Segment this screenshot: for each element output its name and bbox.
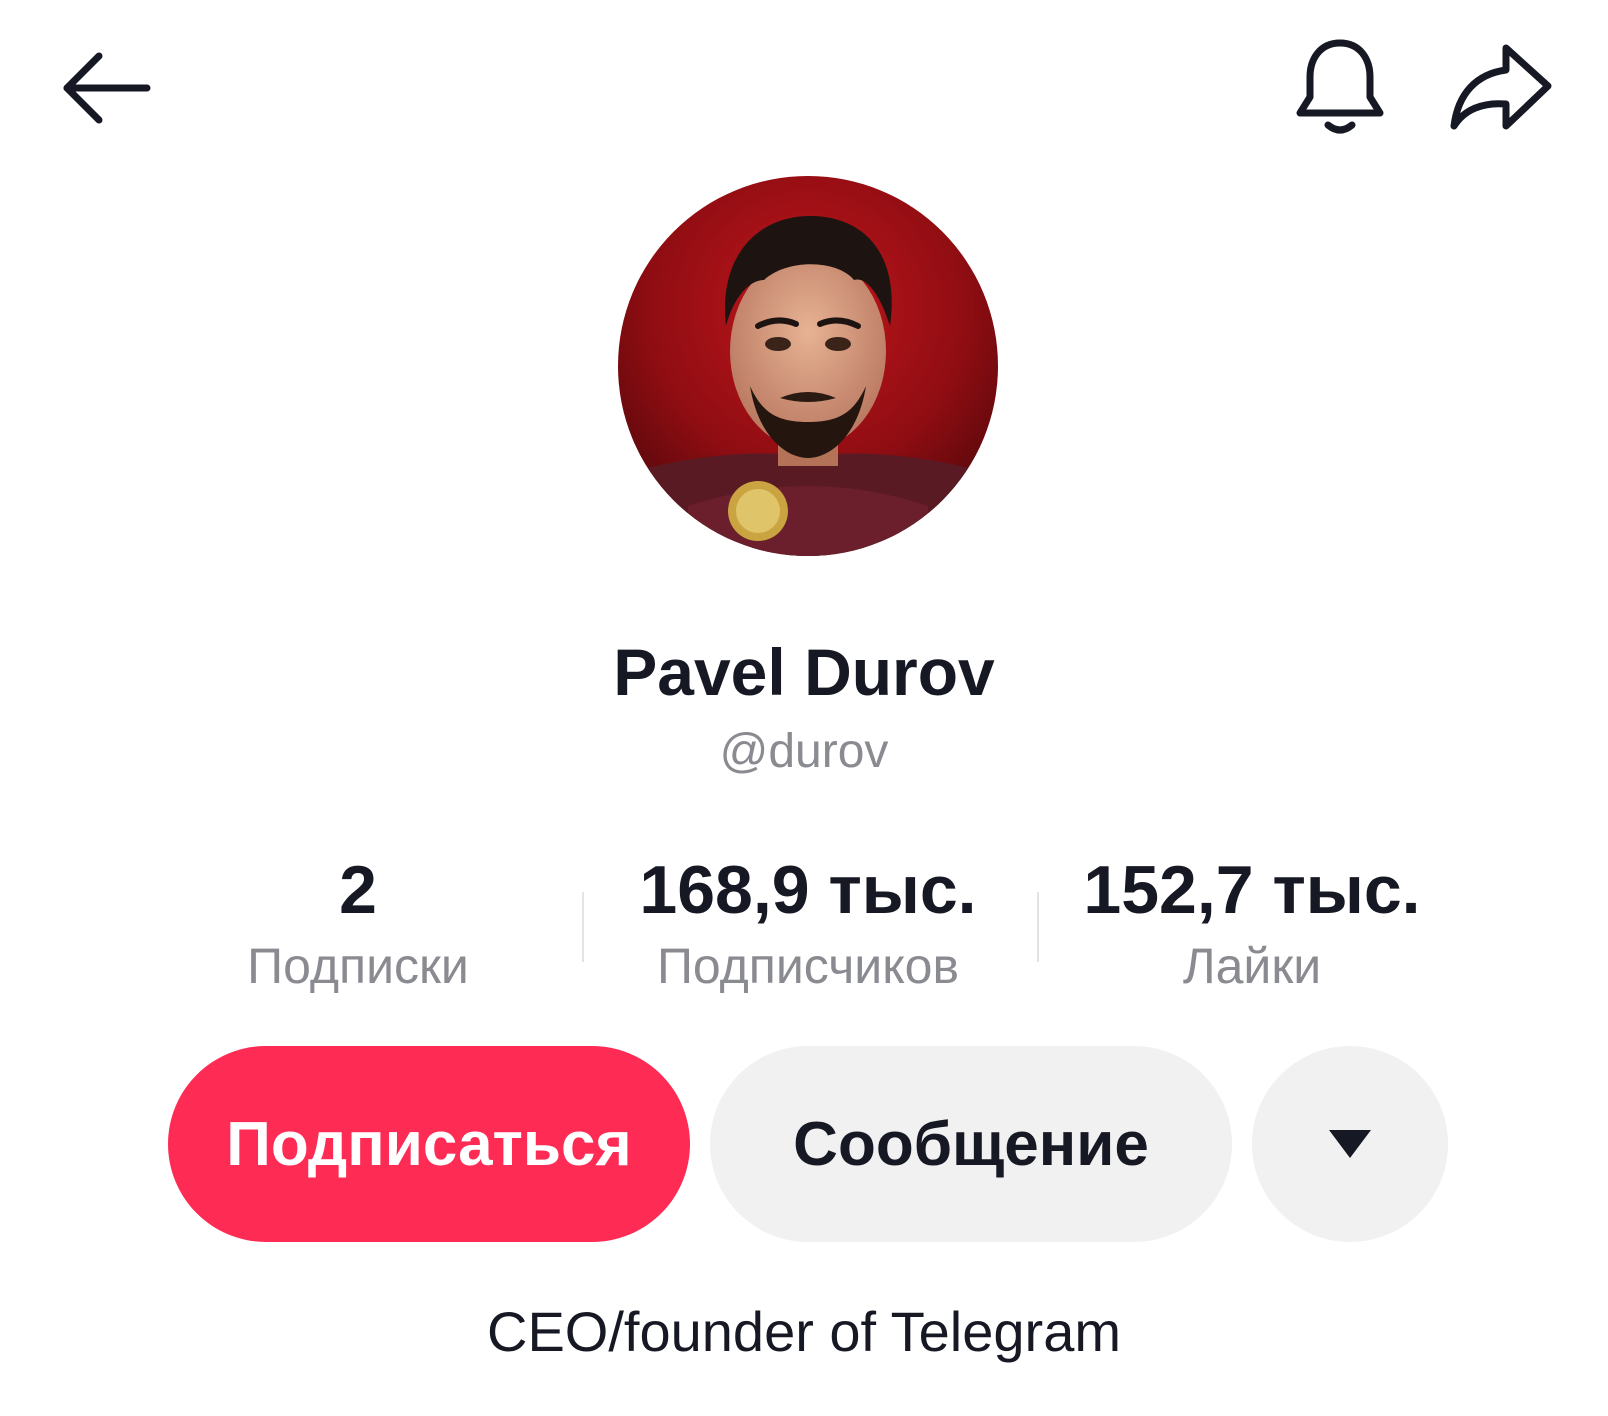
stat-divider — [582, 892, 584, 962]
stat-likes-value: 152,7 тыс. — [1083, 852, 1421, 928]
stat-followers[interactable]: 168,9 тыс. Подписчиков — [588, 850, 1028, 1000]
share-arrow-icon — [1450, 44, 1552, 129]
avatar[interactable] — [618, 176, 998, 556]
username: @durov — [719, 725, 889, 778]
follow-button[interactable]: Подписаться — [168, 1046, 690, 1242]
caret-down-icon — [1329, 1130, 1371, 1158]
stat-likes-label: Лайки — [1182, 938, 1322, 994]
stat-following[interactable]: 2 Подписки — [138, 850, 578, 1000]
notifications-button[interactable] — [1285, 30, 1395, 145]
back-button[interactable] — [50, 38, 160, 138]
profile-stats: 2 Подписки 168,9 тыс. Подписчиков 152,7 … — [0, 850, 1608, 1000]
profile-actions: Подписаться Сообщение — [0, 1046, 1608, 1246]
stat-following-label: Подписки — [247, 938, 469, 994]
profile-bio: CEO/founder of Telegram — [487, 1300, 1121, 1363]
stat-following-value: 2 — [339, 852, 377, 928]
share-button[interactable] — [1442, 30, 1560, 145]
stat-likes[interactable]: 152,7 тыс. Лайки — [1032, 850, 1472, 1000]
stat-followers-value: 168,9 тыс. — [639, 852, 977, 928]
top-bar — [0, 0, 1608, 170]
stat-followers-label: Подписчиков — [656, 938, 960, 994]
bell-icon — [1296, 39, 1384, 134]
profile-photo — [618, 176, 998, 556]
more-options-button[interactable] — [1252, 1046, 1448, 1242]
message-button[interactable]: Сообщение — [710, 1046, 1232, 1242]
display-name: Pavel Durov — [613, 635, 995, 709]
arrow-left-icon — [63, 52, 151, 124]
